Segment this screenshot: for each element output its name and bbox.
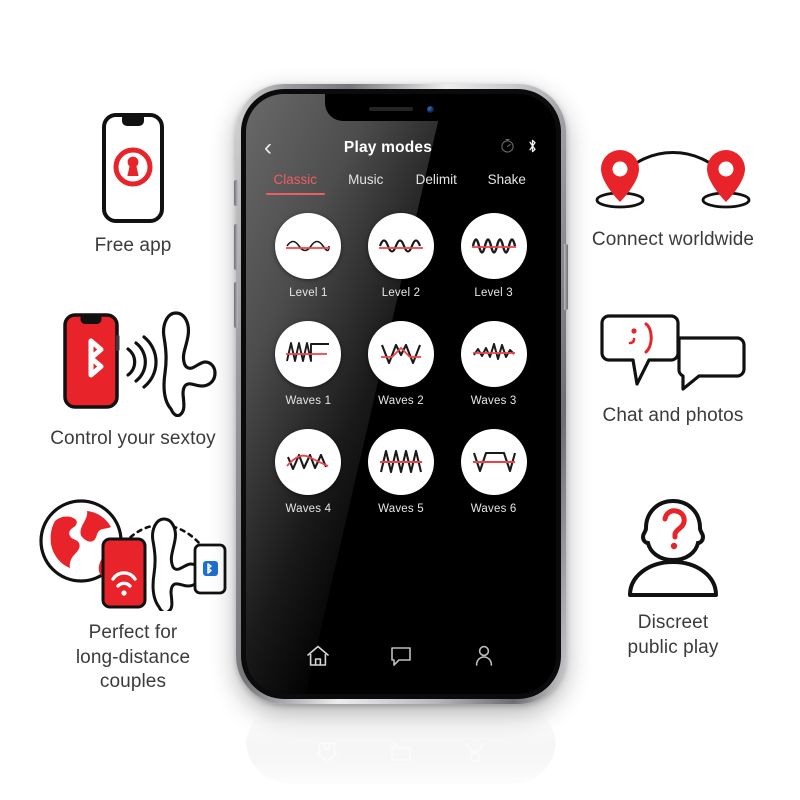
feature-connect-worldwide: Connect worldwide (568, 140, 778, 253)
speech-bubbles-wink-icon (593, 312, 753, 394)
header-icons (486, 138, 538, 159)
page-title: Play modes (343, 139, 433, 156)
volume-up-button[interactable] (234, 224, 238, 270)
mode-waves-3[interactable]: Waves 3 (460, 321, 527, 407)
chat-icon[interactable] (388, 643, 414, 674)
waveform-level-1-icon (275, 213, 342, 279)
bluetooth-icon[interactable] (527, 138, 538, 159)
mode-label: Level 2 (381, 287, 421, 299)
feature-chat-photos: Chat and photos (568, 312, 778, 429)
feature-free-app: Free app (28, 112, 238, 259)
tab-classic[interactable]: Classic (260, 172, 331, 195)
reflection-nav (246, 726, 556, 778)
phone-mockup: ‹ Play modes Classic Music Delimit Shake… (234, 84, 568, 704)
mode-waves-1[interactable]: Waves 1 (275, 321, 342, 407)
reflection-body (246, 706, 556, 784)
mode-label: Waves 3 (470, 395, 517, 407)
volume-down-button[interactable] (234, 282, 238, 328)
waveform-waves-5-icon (367, 429, 434, 495)
map-pins-arc-icon (590, 140, 756, 218)
waveform-waves-2-icon (367, 321, 434, 387)
mode-level-1[interactable]: Level 1 (275, 213, 342, 299)
reflection-profile-icon (466, 742, 484, 763)
mode-label: Waves 1 (285, 395, 332, 407)
mode-label: Waves 4 (285, 503, 332, 515)
timer-icon[interactable] (500, 138, 515, 158)
mode-waves-4[interactable]: Waves 4 (275, 429, 342, 515)
waveform-waves-6-icon (460, 429, 527, 495)
feature-caption: Free app (94, 235, 172, 256)
front-camera (426, 105, 434, 113)
phone-lock-icon (101, 112, 165, 224)
mode-waves-6[interactable]: Waves 6 (460, 429, 527, 515)
feature-long-distance: Perfect for long-distance couples (28, 495, 238, 695)
phone-body: ‹ Play modes Classic Music Delimit Shake… (234, 84, 568, 704)
waveform-level-3-icon (460, 213, 527, 279)
bottom-navigation (246, 632, 556, 694)
back-button[interactable]: ‹ (264, 136, 290, 160)
waveform-level-2-icon (367, 213, 434, 279)
mode-label: Level 3 (474, 287, 513, 299)
anonymous-person-icon (613, 495, 733, 601)
feature-caption: Connect worldwide (591, 229, 755, 250)
profile-icon[interactable] (471, 643, 497, 674)
mode-tabs: Classic Music Delimit Shake (246, 172, 556, 195)
mute-switch[interactable] (234, 180, 238, 206)
phone-bluetooth-toy-icon (43, 305, 223, 417)
tab-delimit[interactable]: Delimit (401, 172, 472, 195)
feature-caption: Control your sextoy (50, 428, 216, 449)
feature-control-sextoy: Control your sextoy (28, 305, 238, 452)
tab-music[interactable]: Music (331, 172, 402, 195)
waveform-waves-4-icon (275, 429, 342, 495)
poster-canvas: Free app Control your sextoy Perfect for… (0, 0, 800, 800)
phone-bezel: ‹ Play modes Classic Music Delimit Shake… (241, 89, 561, 699)
mode-label: Waves 5 (378, 503, 424, 515)
feature-caption: Perfect for long-distance couples (75, 622, 191, 693)
earpiece-speaker (368, 107, 413, 111)
reflection-home-icon (316, 742, 338, 763)
reflection-chat-icon (391, 742, 411, 761)
power-button[interactable] (564, 244, 568, 310)
home-icon[interactable] (305, 643, 331, 674)
play-mode-grid: Level 1 Level 2 Level 3 Waves 1 Waves 2 … (246, 213, 556, 515)
mode-waves-5[interactable]: Waves 5 (367, 429, 434, 515)
mode-label: Waves 6 (470, 503, 517, 515)
mode-label: Level 1 (289, 287, 328, 299)
globe-phone-toy-icon (35, 495, 231, 611)
phone-screen: ‹ Play modes Classic Music Delimit Shake… (246, 94, 556, 694)
waveform-waves-3-icon (460, 321, 527, 387)
phone-reflection (246, 706, 556, 784)
app-header: ‹ Play modes (246, 126, 556, 170)
tab-shake[interactable]: Shake (472, 172, 543, 195)
feature-caption: Discreet public play (627, 612, 719, 658)
phone-notch (325, 94, 477, 121)
mode-waves-2[interactable]: Waves 2 (367, 321, 434, 407)
feature-discreet-play: Discreet public play (568, 495, 778, 660)
mode-level-3[interactable]: Level 3 (460, 213, 527, 299)
feature-caption: Chat and photos (602, 405, 744, 426)
waveform-waves-1-icon (275, 321, 342, 387)
mode-level-2[interactable]: Level 2 (367, 213, 434, 299)
mode-label: Waves 2 (378, 395, 424, 407)
